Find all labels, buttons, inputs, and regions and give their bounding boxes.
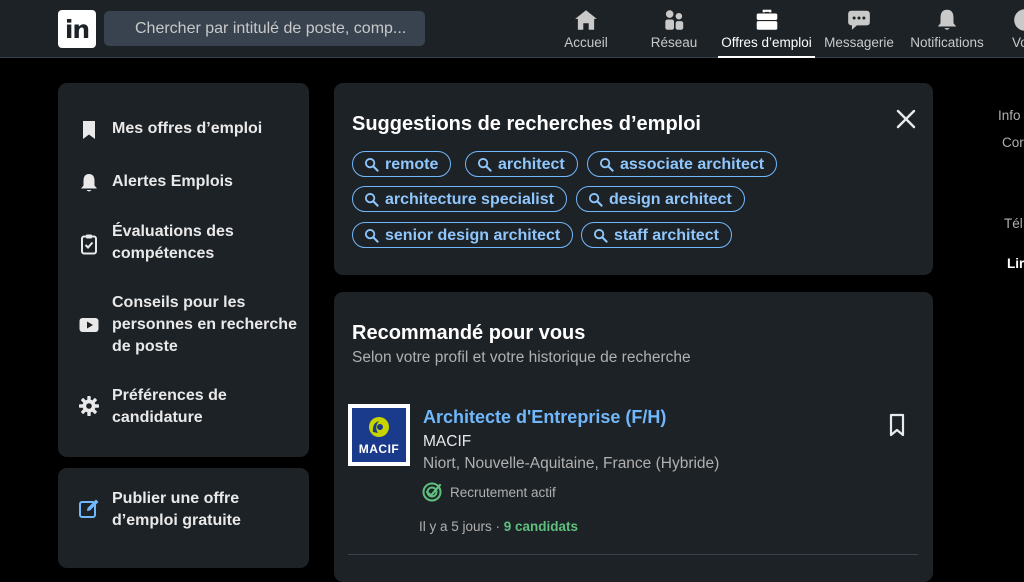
divider: [348, 554, 918, 555]
pill-label: architecture specialist: [385, 190, 554, 208]
job-meta: Il y a 5 jours · 9 candidats: [419, 519, 578, 534]
suggestion-pill[interactable]: staff architect: [581, 222, 732, 248]
target-icon: [422, 482, 442, 502]
job-candidates: 9 candidats: [503, 519, 579, 534]
nav-jobs[interactable]: Offres d’emploi: [718, 0, 815, 58]
company-logo[interactable]: MACIF: [348, 404, 410, 466]
bookmark-icon: [83, 121, 95, 139]
publish-job-label: Publier une offre d’emploi gratuite: [112, 490, 241, 529]
bell-icon: [937, 9, 957, 30]
nav-label: Messagerie: [824, 35, 894, 50]
suggestion-pill[interactable]: architect: [465, 151, 578, 177]
job-location: Niort, Nouvelle-Aquitaine, France (Hybri…: [423, 455, 720, 472]
nav-label: Vo: [1012, 35, 1024, 50]
top-nav-bar: in Accueil Réseau Offres d’emploi Messag…: [0, 0, 1024, 58]
bookmark-icon[interactable]: [884, 412, 910, 438]
pill-label: design architect: [609, 190, 732, 208]
suggestion-pill[interactable]: remote: [352, 151, 452, 177]
publish-job-link[interactable]: Publier une offre d’emploi gratuite: [78, 488, 308, 532]
pill-label: remote: [385, 155, 439, 173]
job-search-suggestions: Suggestions de recherches d’emploi remot…: [334, 83, 933, 275]
sidebar-item-skill-assessments[interactable]: Évaluations des compétences: [78, 221, 308, 265]
nav-network[interactable]: Réseau: [644, 0, 704, 58]
search-icon: [477, 157, 492, 172]
right-panel-text: Info: [998, 108, 1021, 123]
pill-label: architect: [498, 155, 565, 173]
publish-job-card: Publier une offre d’emploi gratuite: [58, 468, 309, 568]
recommended-subtitle: Selon votre profil et votre historique d…: [352, 349, 691, 366]
nav-messaging[interactable]: Messagerie: [822, 0, 896, 58]
search-input[interactable]: [104, 11, 425, 46]
search-icon: [364, 157, 379, 172]
close-icon[interactable]: [892, 105, 920, 133]
right-panel-text: Cor: [1002, 135, 1024, 150]
video-play-icon: [79, 318, 99, 332]
gear-icon: [79, 396, 99, 416]
company-logo-text: MACIF: [358, 442, 400, 456]
right-panel-text: Tél: [1004, 216, 1023, 231]
job-title-link[interactable]: Architecte d'Entreprise (F/H): [423, 407, 666, 428]
home-icon: [575, 10, 597, 30]
recommended-title: Recommandé pour vous: [352, 322, 586, 344]
job-company: MACIF: [423, 433, 472, 450]
search-icon: [364, 192, 379, 207]
pill-label: associate architect: [620, 155, 765, 173]
nav-label: Réseau: [650, 35, 698, 50]
chat-icon: [848, 10, 870, 30]
sidebar-item-application-preferences[interactable]: Préférences de candidature: [78, 385, 308, 429]
search-icon: [593, 228, 608, 243]
recommended-jobs: Recommandé pour vous Selon votre profil …: [334, 292, 933, 582]
suggestions-title: Suggestions de recherches d’emploi: [352, 113, 701, 135]
sidebar-item-label: Alertes Emplois: [112, 173, 233, 190]
sidebar-item-label: Préférences de candidature: [112, 387, 227, 426]
clipboard-check-icon: [81, 234, 97, 255]
right-panel-text: Lir: [1007, 256, 1024, 271]
edit-icon: [79, 499, 99, 518]
nav-label: Accueil: [564, 35, 608, 50]
sidebar-item-label: Conseils pour les personnes en recherche…: [112, 294, 297, 355]
pill-label: staff architect: [614, 226, 719, 244]
active-recruiting-label: Recrutement actif: [450, 484, 556, 500]
sidebar-item-my-jobs[interactable]: Mes offres d’emploi: [78, 118, 308, 141]
sidebar-item-job-seeker-tips[interactable]: Conseils pour les personnes en recherche…: [78, 292, 308, 358]
suggestion-pill[interactable]: senior design architect: [352, 222, 574, 248]
nav-label: Notifications: [910, 35, 984, 50]
sidebar-item-label: Évaluations des compétences: [112, 223, 234, 262]
suggestion-pill[interactable]: associate architect: [587, 151, 778, 177]
nav-home[interactable]: Accueil: [556, 0, 616, 58]
sidebar-item-label: Mes offres d’emploi: [112, 120, 263, 137]
sidebar-menu: Mes offres d’emploi Alertes Emplois Éval…: [58, 83, 309, 457]
pill-label: senior design architect: [385, 226, 561, 244]
job-posted: Il y a 5 jours ·: [419, 519, 504, 534]
suggestion-pill[interactable]: architecture specialist: [352, 186, 567, 212]
nav-notifications[interactable]: Notifications: [906, 0, 988, 58]
linkedin-logo[interactable]: in: [58, 10, 96, 48]
search-icon: [364, 228, 379, 243]
avatar-icon: [1014, 9, 1024, 31]
suggestion-pill[interactable]: design architect: [576, 186, 745, 212]
network-icon: [665, 10, 684, 30]
search-icon: [599, 157, 614, 172]
nav-profile[interactable]: Vo: [1000, 0, 1024, 58]
briefcase-icon: [756, 9, 777, 30]
nav-label: Offres d’emploi: [721, 35, 812, 50]
search-icon: [588, 192, 603, 207]
bell-icon: [81, 174, 97, 192]
active-recruiting-badge: Recrutement actif: [421, 481, 556, 503]
sidebar-item-job-alerts[interactable]: Alertes Emplois: [78, 171, 308, 194]
